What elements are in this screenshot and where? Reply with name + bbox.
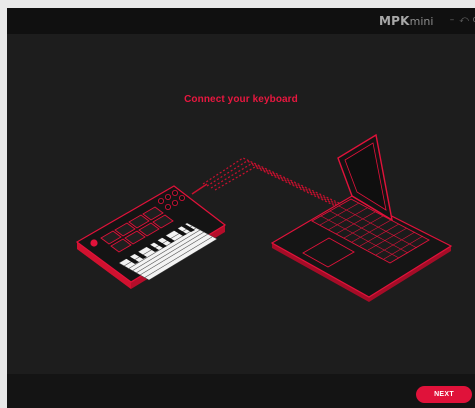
- keyboard-illustration: [75, 185, 227, 289]
- logo-text-light: mini: [409, 15, 434, 28]
- main-content: Connect your keyboard: [7, 34, 475, 374]
- cable-illustration: [202, 157, 351, 214]
- logo-text-bold: MPK: [379, 14, 410, 28]
- connection-illustration: [75, 133, 453, 302]
- next-button[interactable]: NEXT: [416, 386, 472, 403]
- app-window: MPKmini – ⤺ c Connect your keyboard NEXT: [7, 8, 475, 408]
- minimize-icon[interactable]: –: [446, 13, 458, 27]
- close-icon[interactable]: c: [469, 13, 475, 27]
- footer-bar: NEXT: [7, 374, 475, 408]
- title-bar: MPKmini – ⤺ c: [7, 8, 475, 34]
- laptop-illustration: [270, 133, 453, 302]
- mpk-mini-logo: MPKmini: [379, 14, 433, 29]
- cable-connector: [191, 183, 208, 195]
